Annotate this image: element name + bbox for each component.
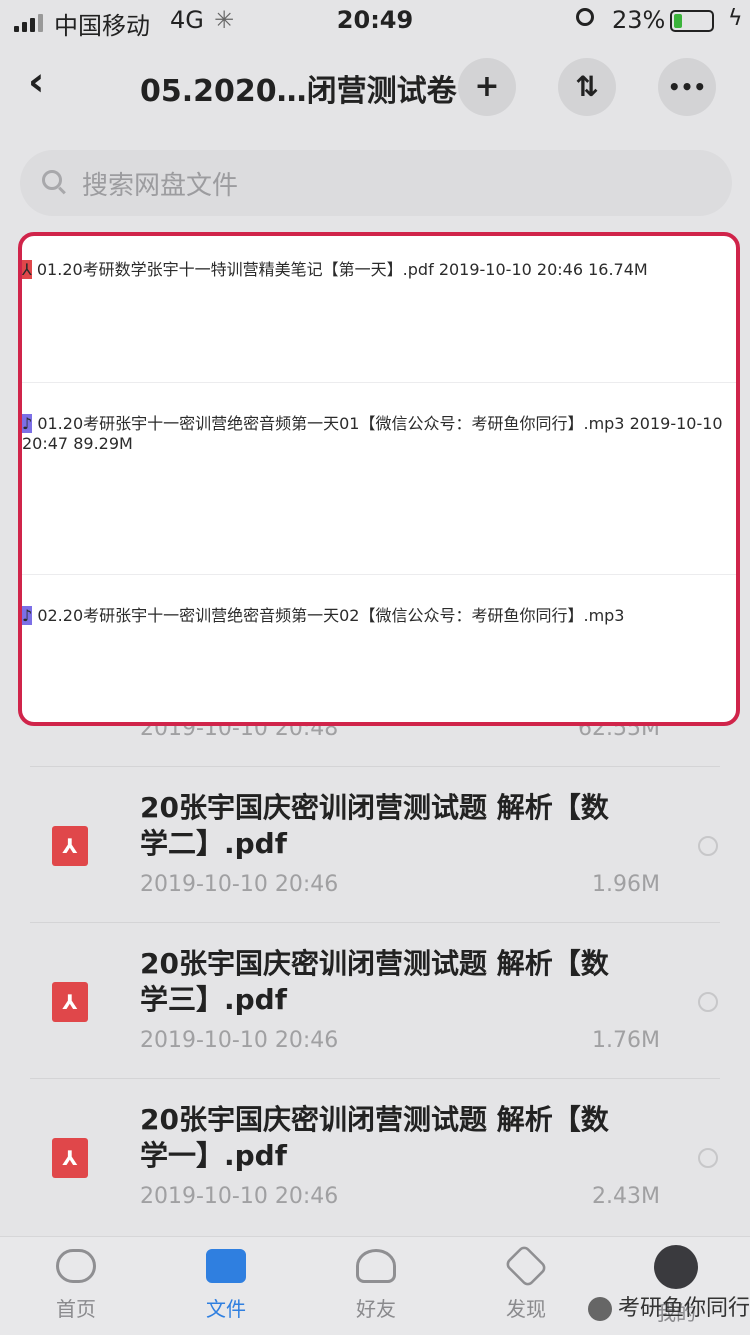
file-size: 1.96M [592,872,660,897]
wechat-logo-icon [588,1297,612,1321]
audio-file-icon: ♪ [22,414,33,433]
file-date: 2019-10-10 20:46 [438,260,583,279]
battery-percent: 23% [612,6,666,34]
back-button[interactable]: ‹ [28,62,44,102]
select-radio[interactable] [698,836,718,856]
list-item[interactable]: ♪ 01.20考研张宇十一密训营绝密音频第一天01【微信公众号：考研鱼你同行】.… [22,410,736,453]
file-date: 2019-10-10 20:46 [140,1028,339,1053]
status-bar: 中国移动 4G ✳ 20:49 23% ϟ [0,0,750,44]
tab-label: 好友 [356,1297,396,1321]
file-name: 20张宇国庆密训闭营测试题 解析【数学一】.pdf [140,1103,609,1172]
tab-files[interactable]: 文件 [166,1249,286,1322]
file-name: 01.20考研数学张宇十一特训营精美笔记【第一天】.pdf [36,260,434,279]
list-item[interactable]: ♪ 02.20考研张宇十一密训营绝密音频第一天02【微信公众号：考研鱼你同行】.… [22,602,736,626]
file-name: 01.20考研张宇十一密训营绝密音频第一天01【微信公众号：考研鱼你同行】.mp… [37,414,625,433]
file-name: 20张宇国庆密训闭营测试题 解析【数学三】.pdf [140,947,609,1016]
file-size: 1.76M [592,1028,660,1053]
divider [22,382,736,383]
list-item[interactable]: ⅄ 01.20考研数学张宇十一特训营精美笔记【第一天】.pdf 2019-10-… [22,256,736,280]
watermark-text: 考研鱼你同行 [618,1296,750,1321]
file-name: 20张宇国庆密训闭营测试题 解析【数学二】.pdf [140,791,609,860]
tab-label: 发现 [506,1297,546,1321]
search-icon [42,170,62,190]
tab-label: 首页 [56,1297,96,1321]
tab-discover[interactable]: 发现 [466,1243,586,1322]
rotation-lock-icon [576,8,594,26]
watermark: 考研鱼你同行 [588,1290,750,1322]
charging-icon: ϟ [728,6,743,31]
highlighted-files-card: ⅄ 01.20考研数学张宇十一特训营精美笔记【第一天】.pdf 2019-10-… [18,232,740,726]
file-date: 2019-10-10 20:46 [140,872,339,897]
select-radio[interactable] [698,1148,718,1168]
audio-file-icon: ♪ [22,606,33,625]
search-placeholder: 搜索网盘文件 [82,171,239,201]
pdf-file-icon: ⅄ [52,1138,88,1178]
file-size: 16.74M [588,260,648,279]
nav-bar: ‹ 05.2020…闭营测试卷 + ⇅ ••• [0,44,750,130]
battery-icon [670,10,714,32]
file-name: 02.20考研张宇十一密训营绝密音频第一天02【微信公众号：考研鱼你同行】.mp… [37,606,625,625]
divider [22,574,736,575]
search-input[interactable]: 搜索网盘文件 [20,150,732,216]
page-title: 05.2020…闭营测试卷 [140,74,457,109]
add-button[interactable]: + [458,58,516,116]
tab-home[interactable]: 首页 [16,1249,136,1322]
discover-icon [503,1243,549,1289]
pdf-file-icon: ⅄ [52,826,88,866]
folder-icon [206,1249,246,1283]
tab-label: 文件 [206,1297,246,1321]
friends-icon [356,1249,396,1283]
file-date: 2019-10-10 20:46 [140,1184,339,1209]
file-size: 89.29M [73,434,133,453]
more-button[interactable]: ••• [658,58,716,116]
divider [30,766,720,767]
pdf-file-icon: ⅄ [22,260,32,279]
file-size: 2.43M [592,1184,660,1209]
divider [30,1078,720,1079]
pdf-file-icon: ⅄ [52,982,88,1022]
select-radio[interactable] [698,992,718,1012]
divider [30,922,720,923]
tab-friends[interactable]: 好友 [316,1249,436,1322]
sort-button[interactable]: ⇅ [558,58,616,116]
cloud-icon [56,1249,96,1283]
avatar [654,1245,698,1289]
